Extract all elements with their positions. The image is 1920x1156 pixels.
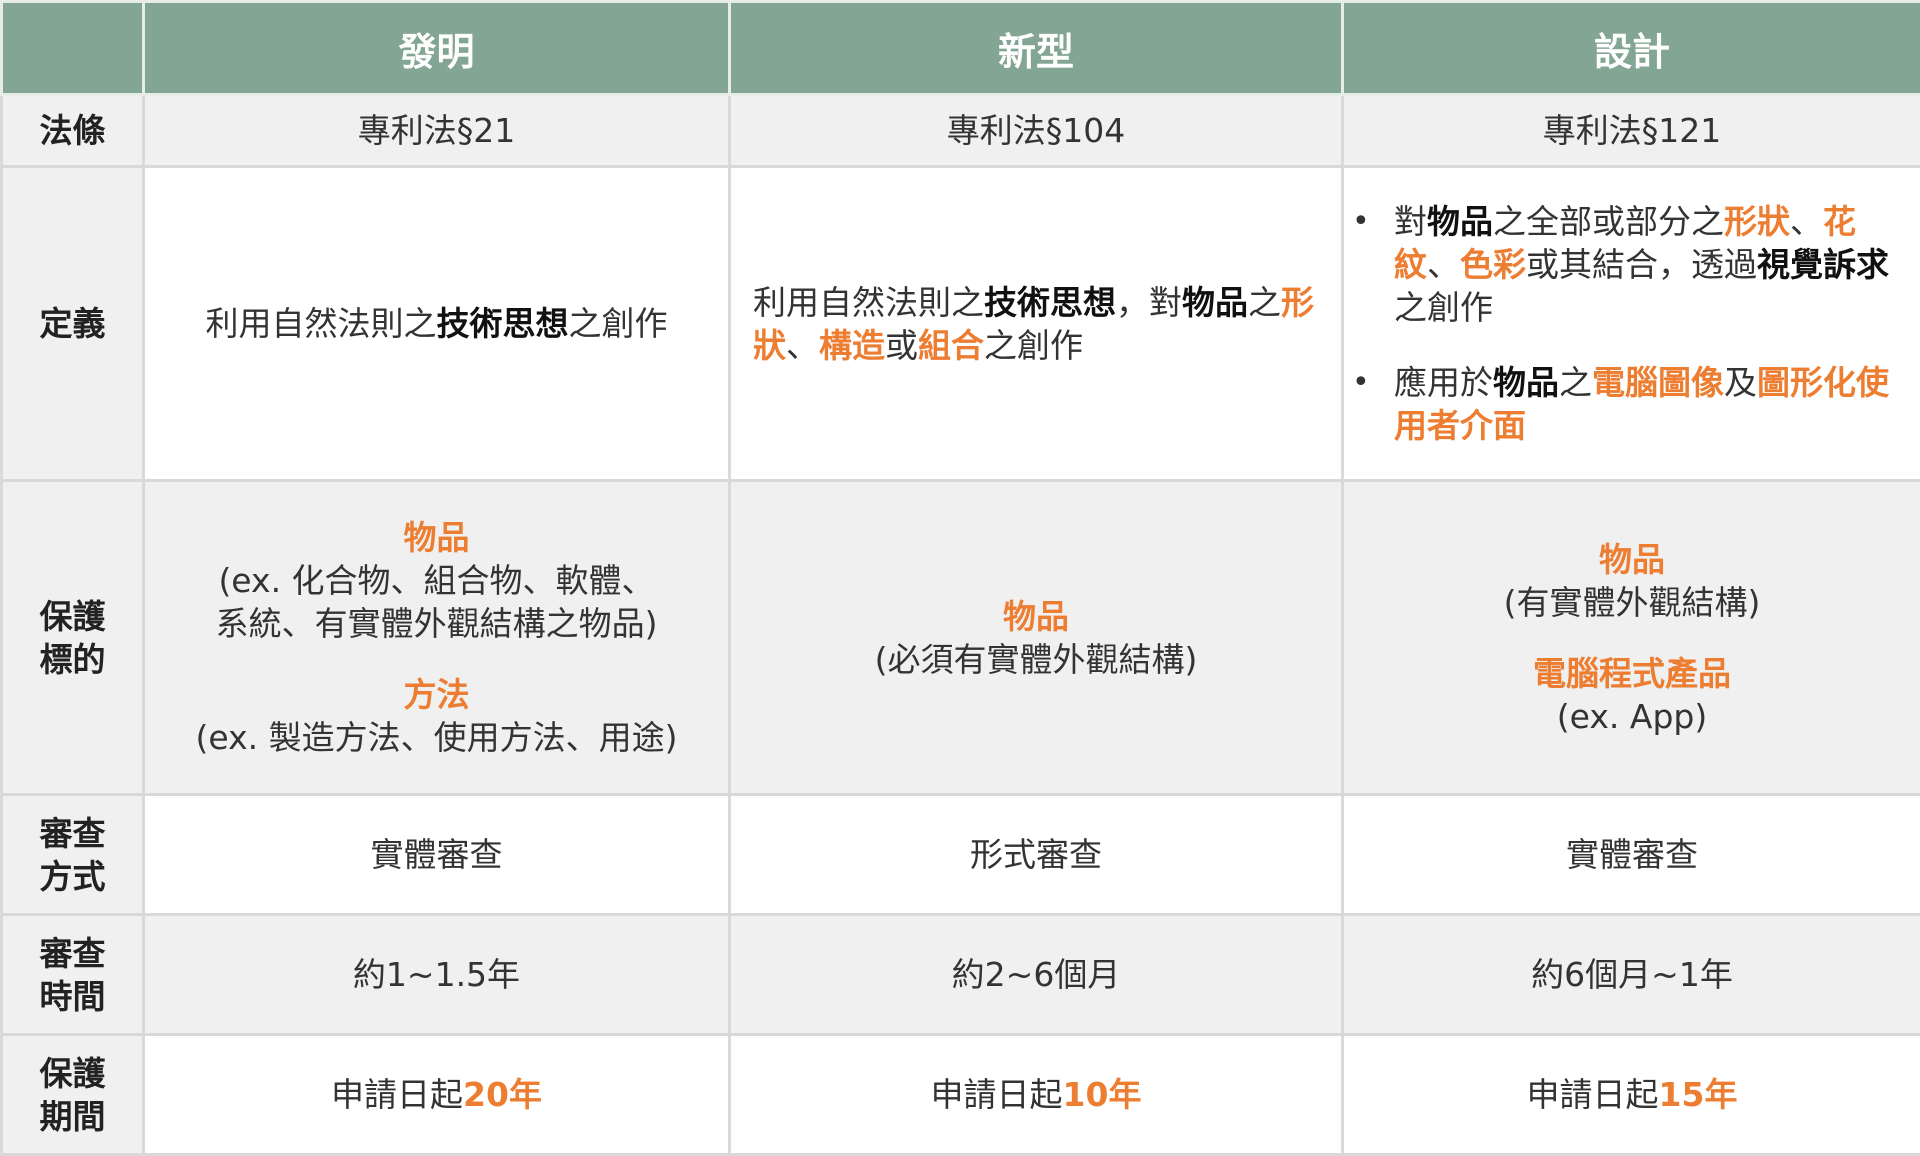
- row-label-term-text: 保護期間: [39, 1053, 106, 1136]
- definition-utility-model: 利用自然法則之技術思想，對物品之形狀、構造或組合之創作: [728, 165, 1344, 482]
- definition-row: 定義 利用自然法則之技術思想之創作 利用自然法則之技術思想，對物品之形狀、構造或…: [0, 165, 1920, 482]
- definition-design: • 對物品之全部或部分之形狀、花紋、色彩或其結合，透過視覺訴求之創作 • 應用於…: [1341, 165, 1920, 482]
- row-label-term: 保護期間: [0, 1033, 145, 1156]
- text: 之: [1559, 363, 1592, 402]
- text: 、: [786, 325, 819, 365]
- exam-time-design: 約6個月~1年: [1341, 913, 1920, 1036]
- text: 對: [1394, 202, 1427, 241]
- row-label-subject-text: 保護標的: [39, 596, 106, 679]
- text: 之: [1248, 282, 1281, 322]
- text: 利用自然法則之: [753, 282, 984, 322]
- term-invention: 申請日起20年: [142, 1033, 731, 1156]
- definition-design-list: • 對物品之全部或部分之形狀、花紋、色彩或其結合，透過視覺訴求之創作 • 應用於…: [1344, 200, 1920, 447]
- subject-design: 物品 (有實體外觀結構) 電腦程式產品 (ex. App): [1341, 479, 1920, 796]
- exam-method-invention: 實體審查: [142, 793, 731, 916]
- highlight-text: 電腦圖像: [1592, 363, 1724, 402]
- header-utility-model: 新型: [728, 0, 1344, 96]
- term-row: 保護期間 申請日起20年 申請日起10年 申請日起15年: [0, 1033, 1920, 1156]
- highlight-text: 色彩: [1460, 245, 1526, 284]
- highlight-text: 電腦程式產品: [1533, 653, 1731, 693]
- header-corner: [0, 0, 145, 96]
- highlight-text: 組合: [918, 325, 984, 365]
- bold-text: 物品: [1182, 282, 1248, 322]
- exam-time-utility-model: 約2~6個月: [728, 913, 1344, 1036]
- exam-method-row: 審查方式 實體審查 形式審查 實體審查: [0, 793, 1920, 916]
- text: (ex. App): [1556, 696, 1708, 736]
- text: (必須有實體外觀結構): [874, 639, 1198, 679]
- highlight-text: 方法: [403, 675, 470, 714]
- row-label-exam-time-text: 審查時間: [39, 933, 106, 1016]
- header-row: 發明 新型 設計: [0, 0, 1920, 96]
- law-design: 專利法§121: [1341, 93, 1920, 168]
- text: 之全部或部分之: [1493, 202, 1724, 241]
- highlight-text: 物品: [1599, 539, 1665, 579]
- list-item: • 應用於物品之電腦圖像及圖形化使用者介面: [1352, 361, 1900, 447]
- text: 利用自然法則之: [205, 304, 437, 343]
- row-label-exam-time: 審查時間: [0, 913, 145, 1036]
- law-row: 法條 專利法§21 專利法§104 專利法§121: [0, 93, 1920, 168]
- bullet-icon: •: [1352, 365, 1370, 400]
- row-label-exam-method-text: 審查方式: [39, 813, 106, 896]
- exam-time-invention: 約1~1.5年: [142, 913, 731, 1036]
- bold-text: 物品: [1493, 363, 1559, 402]
- definition-invention: 利用自然法則之技術思想之創作: [142, 165, 731, 482]
- exam-method-utility-model: 形式審查: [728, 793, 1344, 916]
- highlight-text: 物品: [1003, 596, 1069, 636]
- bold-text: 視覺訴求: [1757, 245, 1889, 284]
- text: 系統、有實體外觀結構之物品): [215, 604, 658, 643]
- highlight-text: 構造: [819, 325, 885, 365]
- highlight-text: 10年: [1062, 1075, 1142, 1114]
- bullet-icon: •: [1352, 204, 1370, 239]
- text: 申請日起: [1526, 1075, 1659, 1114]
- text: 之創作: [1394, 288, 1493, 327]
- text: 或其結合，透過: [1526, 245, 1757, 284]
- text: 或: [885, 325, 918, 365]
- subject-utility-model: 物品 (必須有實體外觀結構): [728, 479, 1344, 796]
- text: 、: [1790, 202, 1823, 241]
- header-design: 設計: [1341, 0, 1920, 96]
- text: ，對: [1116, 282, 1182, 322]
- patent-comparison-table: 發明 新型 設計 法條 專利法§21 專利法§104 專利法§121 定義 利用…: [0, 0, 1920, 1156]
- highlight-text: 20年: [463, 1075, 542, 1114]
- text: 之創作: [984, 325, 1083, 365]
- row-label-definition: 定義: [0, 165, 145, 482]
- definition-utility-text: 利用自然法則之技術思想，對物品之形狀、構造或組合之創作: [731, 281, 1341, 367]
- law-invention: 專利法§21: [142, 93, 731, 168]
- list-item: • 對物品之全部或部分之形狀、花紋、色彩或其結合，透過視覺訴求之創作: [1352, 200, 1900, 329]
- header-invention: 發明: [142, 0, 731, 96]
- term-utility-model: 申請日起10年: [728, 1033, 1344, 1156]
- bold-text: 技術思想: [436, 304, 569, 343]
- text: 、: [1427, 245, 1460, 284]
- row-label-subject: 保護標的: [0, 479, 145, 796]
- term-design: 申請日起15年: [1341, 1033, 1920, 1156]
- subject-invention: 物品 (ex. 化合物、組合物、軟體、 系統、有實體外觀結構之物品) 方法 (e…: [142, 479, 731, 796]
- text: (ex. 製造方法、使用方法、用途): [195, 718, 678, 757]
- subject-row: 保護標的 物品 (ex. 化合物、組合物、軟體、 系統、有實體外觀結構之物品) …: [0, 479, 1920, 796]
- highlight-text: 15年: [1658, 1075, 1738, 1114]
- text: (有實體外觀結構): [1503, 582, 1761, 622]
- text: 之創作: [568, 304, 668, 343]
- text: 申請日起: [331, 1075, 464, 1114]
- text: (ex. 化合物、組合物、軟體、: [218, 561, 655, 600]
- text: 應用於: [1394, 363, 1493, 402]
- bold-text: 技術思想: [984, 282, 1116, 322]
- text: 及: [1724, 363, 1757, 402]
- highlight-text: 形狀: [1724, 202, 1790, 241]
- bold-text: 物品: [1427, 202, 1493, 241]
- law-utility-model: 專利法§104: [728, 93, 1344, 168]
- exam-method-design: 實體審查: [1341, 793, 1920, 916]
- exam-time-row: 審查時間 約1~1.5年 約2~6個月 約6個月~1年: [0, 913, 1920, 1036]
- row-label-exam-method: 審查方式: [0, 793, 145, 916]
- highlight-text: 物品: [403, 518, 470, 557]
- text: 申請日起: [930, 1075, 1063, 1114]
- row-label-law: 法條: [0, 93, 145, 168]
